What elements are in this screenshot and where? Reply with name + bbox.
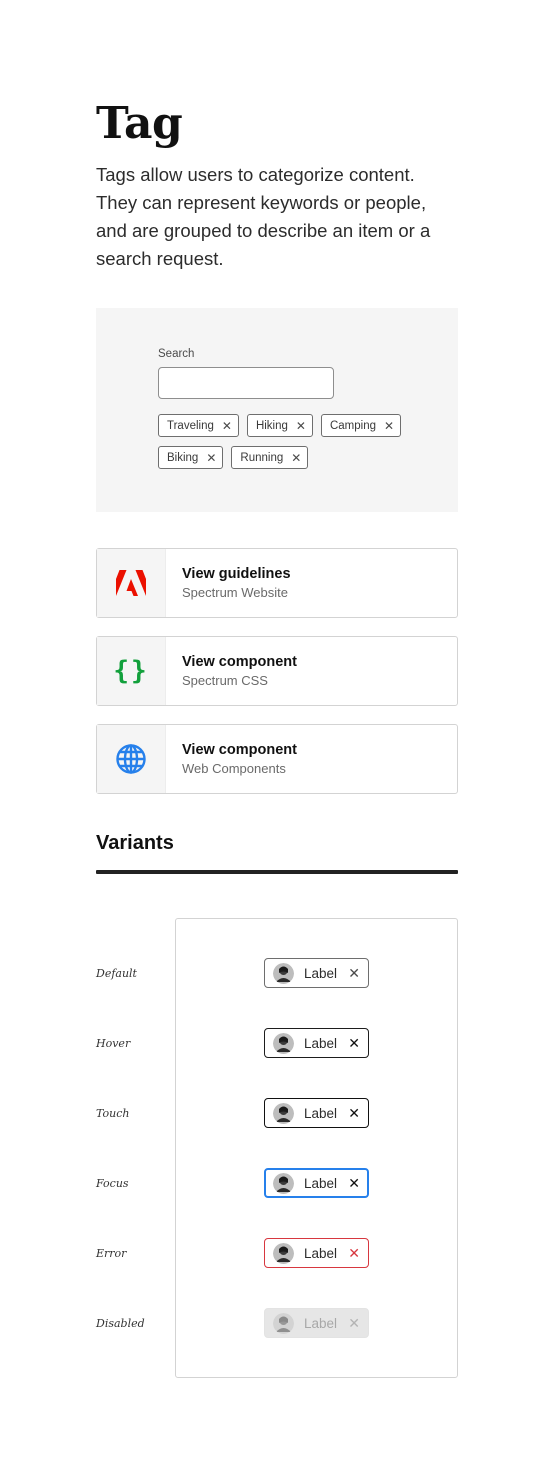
card-title: View component (182, 653, 297, 670)
variant-label-error: Error (96, 1247, 127, 1260)
tag-traveling[interactable]: Traveling ✕ (158, 414, 239, 437)
page-title: Tag (96, 98, 183, 149)
close-icon[interactable]: ✕ (384, 420, 394, 432)
card-subtitle: Web Components (182, 760, 286, 776)
card-subtitle: Spectrum CSS (182, 672, 268, 688)
tag-label: Label (304, 1105, 338, 1121)
tag-label: Label (304, 1175, 338, 1191)
tag-label: Hiking (255, 419, 288, 432)
tag-label: Running (240, 451, 284, 464)
tag-label: Biking (167, 451, 199, 464)
close-icon[interactable]: ✕ (206, 452, 216, 464)
tag-hover[interactable]: Label ✕ (264, 1028, 369, 1058)
section-divider (96, 870, 458, 874)
tag-focus[interactable]: Label ✕ (264, 1168, 369, 1198)
close-icon[interactable]: ✕ (348, 1176, 360, 1190)
variant-label-focus: Focus (96, 1177, 129, 1190)
tag-label: Label (304, 1315, 338, 1331)
avatar (273, 1312, 294, 1334)
close-icon[interactable]: ✕ (348, 1036, 360, 1050)
tag-touch[interactable]: Label ✕ (264, 1098, 369, 1128)
tag-label: Label (304, 1035, 338, 1051)
tag-label: Traveling (167, 419, 214, 432)
variant-label-default: Default (96, 967, 137, 980)
close-icon[interactable]: ✕ (222, 420, 232, 432)
tag-biking[interactable]: Biking ✕ (158, 446, 224, 469)
variants-heading: Variants (96, 832, 174, 854)
view-guidelines-card[interactable]: View guidelines Spectrum Website (96, 548, 458, 618)
close-icon[interactable]: ✕ (348, 1106, 360, 1120)
close-icon: ✕ (348, 1315, 360, 1331)
variant-label-disabled: Disabled (96, 1317, 145, 1330)
tag-label: Label (304, 965, 338, 981)
close-icon[interactable]: ✕ (291, 452, 301, 464)
globe-icon (116, 744, 146, 774)
tag-label: Label (304, 1245, 338, 1261)
search-label: Search (158, 348, 195, 360)
tag-camping[interactable]: Camping ✕ (320, 414, 402, 437)
variant-label-hover: Hover (96, 1037, 131, 1050)
adobe-logo-icon (116, 570, 146, 596)
tag-hiking[interactable]: Hiking ✕ (246, 414, 313, 437)
tag-label: Camping (329, 419, 376, 432)
view-component-css-card[interactable]: {} View component Spectrum CSS (96, 636, 458, 706)
tag-error[interactable]: Label ✕ (264, 1238, 369, 1268)
card-title: View component (182, 741, 297, 758)
avatar (273, 1032, 294, 1054)
close-icon[interactable]: ✕ (296, 420, 306, 432)
tag-default[interactable]: Label ✕ (264, 958, 369, 988)
view-component-web-card[interactable]: View component Web Components (96, 724, 458, 794)
close-icon[interactable]: ✕ (348, 966, 360, 980)
page-description: Tags allow users to categorize content. … (96, 164, 431, 269)
tag-group: Traveling ✕ Hiking ✕ Camping ✕ Biking ✕ … (158, 414, 438, 469)
card-title: View guidelines (182, 565, 291, 582)
tag-running[interactable]: Running ✕ (231, 446, 309, 469)
close-icon[interactable]: ✕ (348, 1246, 360, 1260)
search-input[interactable] (158, 367, 334, 399)
avatar (273, 962, 294, 984)
tag-demo-panel: Search Traveling ✕ Hiking ✕ Camping ✕ Bi… (96, 308, 458, 512)
card-subtitle: Spectrum Website (182, 584, 288, 600)
tag-disabled: Label ✕ (264, 1308, 369, 1338)
avatar (273, 1242, 294, 1264)
curly-braces-icon: {} (113, 656, 149, 686)
avatar (273, 1172, 294, 1194)
variant-label-touch: Touch (96, 1107, 130, 1120)
avatar (273, 1102, 294, 1124)
